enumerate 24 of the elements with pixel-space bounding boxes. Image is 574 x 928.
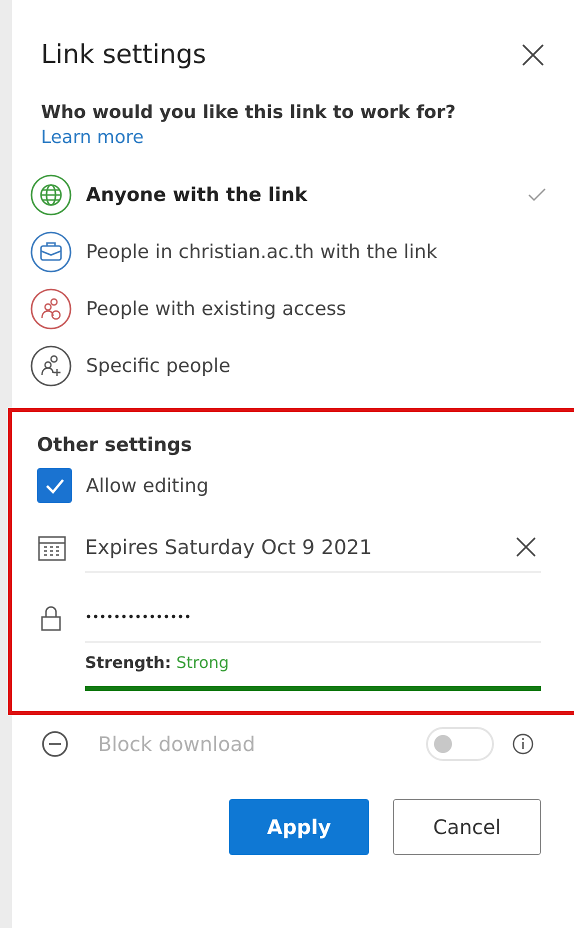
people-icon bbox=[30, 344, 72, 386]
audience-option[interactable]: Anyone with the link bbox=[12, 166, 574, 223]
expiry-field[interactable]: Expires Saturday Oct 9 2021 bbox=[85, 535, 511, 559]
check-icon bbox=[528, 188, 546, 202]
cancel-button[interactable]: Cancel bbox=[393, 799, 541, 855]
audience-option[interactable]: Specific people bbox=[12, 337, 574, 394]
checkmark-icon bbox=[44, 478, 64, 494]
checkbox[interactable] bbox=[37, 468, 72, 503]
dialog-title: Link settings bbox=[41, 40, 206, 70]
checkbox-label: Allow editing bbox=[86, 474, 209, 496]
briefcase-icon bbox=[30, 230, 72, 272]
learn-more-link[interactable]: Learn more bbox=[41, 127, 144, 148]
minus-circle-icon bbox=[40, 729, 70, 759]
audience-option[interactable]: People with existing access bbox=[12, 280, 574, 337]
section-heading: Other settings bbox=[37, 434, 193, 456]
audience-option[interactable]: People in christian.ac.th with the link bbox=[12, 223, 574, 280]
block-download-label: Block download bbox=[98, 732, 256, 756]
question-text: Who would you like this link to work for? bbox=[41, 102, 457, 123]
apply-button[interactable]: Apply bbox=[229, 799, 369, 855]
calendar-icon bbox=[37, 534, 67, 562]
people-icon bbox=[30, 288, 72, 330]
strength-text: Strength: Strong bbox=[85, 653, 230, 672]
globe-icon bbox=[30, 174, 72, 216]
password-field[interactable]: ••••••••••••••• bbox=[85, 610, 541, 624]
